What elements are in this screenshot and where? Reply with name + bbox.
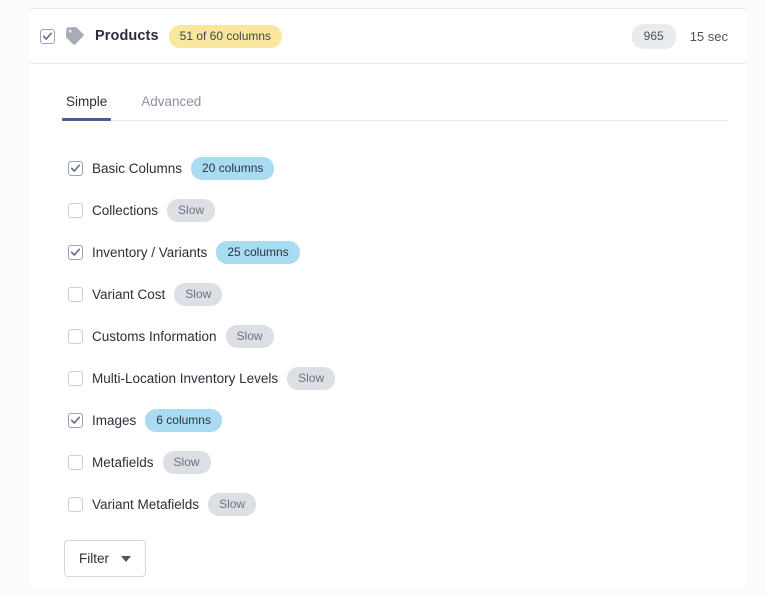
tab-advanced[interactable]: Advanced xyxy=(137,94,205,120)
option-label: Customs Information xyxy=(92,328,217,344)
list-item[interactable]: Variant Metafields Slow xyxy=(68,483,746,525)
option-checkbox-multi-location-inventory-levels[interactable] xyxy=(68,370,83,386)
option-label: Variant Metafields xyxy=(92,496,200,512)
list-item[interactable]: Customs Information Slow xyxy=(68,315,746,357)
tab-bar: Simple Advanced xyxy=(62,64,728,121)
list-item[interactable]: Images 6 columns xyxy=(68,399,746,441)
option-badge: Slow xyxy=(287,366,336,390)
option-label: Images xyxy=(92,412,137,428)
list-item[interactable]: Variant Cost Slow xyxy=(68,273,746,315)
products-select-checkbox[interactable] xyxy=(40,28,55,44)
option-badge: Slow xyxy=(174,282,223,306)
option-checkbox-customs-information[interactable] xyxy=(68,328,83,344)
tab-simple[interactable]: Simple xyxy=(62,94,112,121)
panel-header-left: Products 51 of 60 columns xyxy=(40,24,632,48)
option-label: Basic Columns xyxy=(92,160,183,176)
tag-icon xyxy=(65,26,84,45)
panel-header-right: 965 15 sec xyxy=(631,23,728,49)
option-label: Multi-Location Inventory Levels xyxy=(92,370,279,386)
list-item[interactable]: Metafields Slow xyxy=(68,441,746,483)
list-item[interactable]: Collections Slow xyxy=(68,189,746,231)
option-checkbox-variant-metafields[interactable] xyxy=(68,496,83,512)
tab-bar-wrapper: Simple Advanced xyxy=(30,64,746,121)
option-badge: Slow xyxy=(167,198,216,222)
products-panel: Products 51 of 60 columns 965 15 sec Sim… xyxy=(30,9,746,587)
list-item[interactable]: Inventory / Variants 25 columns xyxy=(68,231,746,273)
option-checkbox-images[interactable] xyxy=(68,412,83,428)
option-badge: Slow xyxy=(162,450,211,474)
option-label: Variant Cost xyxy=(92,286,166,302)
columns-summary-badge: 51 of 60 columns xyxy=(168,24,283,48)
option-badge: 25 columns xyxy=(216,240,300,264)
option-checkbox-collections[interactable] xyxy=(68,202,83,218)
panel-header: Products 51 of 60 columns 965 15 sec xyxy=(30,9,746,64)
chevron-down-icon xyxy=(121,555,131,562)
list-item[interactable]: Basic Columns 20 columns xyxy=(68,147,746,189)
option-checkbox-variant-cost[interactable] xyxy=(68,286,83,302)
option-badge: 20 columns xyxy=(191,156,275,180)
option-checkbox-inventory-variants[interactable] xyxy=(68,244,83,260)
record-count-badge: 965 xyxy=(631,23,676,49)
option-checkbox-basic-columns[interactable] xyxy=(68,160,83,176)
option-label: Metafields xyxy=(92,454,154,470)
column-group-list: Basic Columns 20 columns Collections Slo… xyxy=(30,121,746,525)
option-label: Inventory / Variants xyxy=(92,244,208,260)
list-item[interactable]: Multi-Location Inventory Levels Slow xyxy=(68,357,746,399)
filter-button[interactable]: Filter xyxy=(64,540,146,577)
option-badge: Slow xyxy=(208,492,257,516)
page-title: Products xyxy=(95,28,159,44)
option-badge: Slow xyxy=(225,324,274,348)
filter-button-wrapper: Filter xyxy=(30,525,746,577)
filter-button-label: Filter xyxy=(79,551,109,566)
option-label: Collections xyxy=(92,202,159,218)
option-badge: 6 columns xyxy=(145,408,222,432)
option-checkbox-metafields[interactable] xyxy=(68,454,83,470)
duration-label: 15 sec xyxy=(689,28,728,44)
